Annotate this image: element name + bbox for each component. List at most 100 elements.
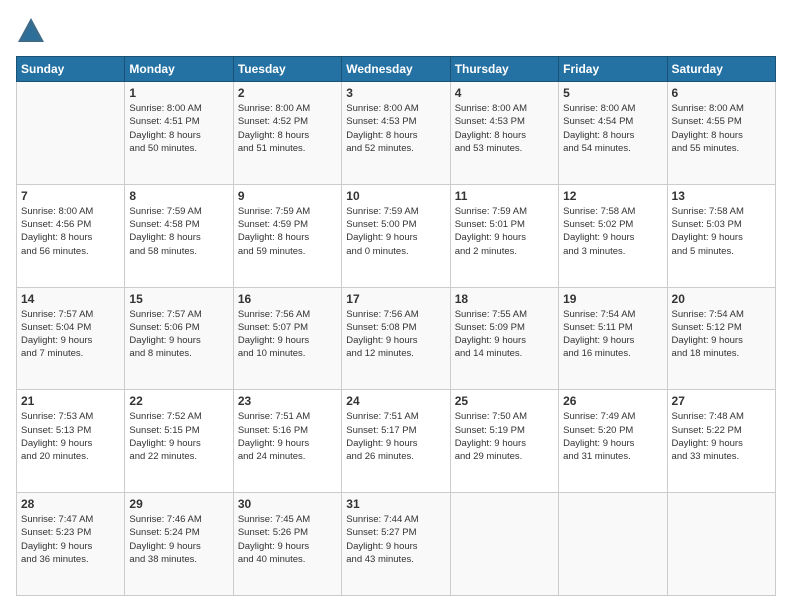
day-number: 23 <box>238 394 337 408</box>
day-number: 4 <box>455 86 554 100</box>
day-info: Sunrise: 7:54 AMSunset: 5:11 PMDaylight:… <box>563 308 662 361</box>
table-row <box>17 82 125 185</box>
day-number: 19 <box>563 292 662 306</box>
day-info: Sunrise: 7:58 AMSunset: 5:02 PMDaylight:… <box>563 205 662 258</box>
day-info: Sunrise: 7:58 AMSunset: 5:03 PMDaylight:… <box>672 205 771 258</box>
day-number: 5 <box>563 86 662 100</box>
table-row: 26Sunrise: 7:49 AMSunset: 5:20 PMDayligh… <box>559 390 667 493</box>
day-info: Sunrise: 7:52 AMSunset: 5:15 PMDaylight:… <box>129 410 228 463</box>
calendar-week-2: 7 Sunrise: 8:00 AMSunset: 4:56 PMDaylight… <box>17 184 776 287</box>
calendar-week-1: 1Sunrise: 8:00 AMSunset: 4:51 PMDaylight… <box>17 82 776 185</box>
day-info: Sunrise: 7:45 AMSunset: 5:26 PMDaylight:… <box>238 513 337 566</box>
table-row: 15 Sunrise: 7:57 AMSunset: 5:06 PMDayligh… <box>125 287 233 390</box>
table-row: 10Sunrise: 7:59 AMSunset: 5:00 PMDayligh… <box>342 184 450 287</box>
table-row: 1Sunrise: 8:00 AMSunset: 4:51 PMDaylight… <box>125 82 233 185</box>
logo-icon <box>16 16 46 46</box>
table-row: 29Sunrise: 7:46 AMSunset: 5:24 PMDayligh… <box>125 493 233 596</box>
header <box>16 16 776 46</box>
day-number: 14 <box>21 292 120 306</box>
table-row <box>667 493 775 596</box>
day-info: Sunrise: 8:00 AMSunset: 4:55 PMDaylight:… <box>672 102 771 155</box>
calendar-week-3: 14 Sunrise: 7:57 AMSunset: 5:04 PMDayligh… <box>17 287 776 390</box>
header-row: Sunday Monday Tuesday Wednesday Thursday… <box>17 57 776 82</box>
table-row: 6 Sunrise: 8:00 AMSunset: 4:55 PMDaylight… <box>667 82 775 185</box>
col-wednesday: Wednesday <box>342 57 450 82</box>
table-row: 3 Sunrise: 8:00 AMSunset: 4:53 PMDaylight… <box>342 82 450 185</box>
day-number: 22 <box>129 394 228 408</box>
table-row: 25Sunrise: 7:50 AMSunset: 5:19 PMDayligh… <box>450 390 558 493</box>
day-number: 24 <box>346 394 445 408</box>
table-row: 18 Sunrise: 7:55 AMSunset: 5:09 PMDayligh… <box>450 287 558 390</box>
col-monday: Monday <box>125 57 233 82</box>
table-row: 14 Sunrise: 7:57 AMSunset: 5:04 PMDayligh… <box>17 287 125 390</box>
day-number: 6 <box>672 86 771 100</box>
day-number: 3 <box>346 86 445 100</box>
day-info: Sunrise: 7:47 AMSunset: 5:23 PMDaylight:… <box>21 513 120 566</box>
day-number: 7 <box>21 189 120 203</box>
table-row: 24 Sunrise: 7:51 AMSunset: 5:17 PMDayligh… <box>342 390 450 493</box>
table-row: 30 Sunrise: 7:45 AMSunset: 5:26 PMDayligh… <box>233 493 341 596</box>
day-info: Sunrise: 8:00 AMSunset: 4:56 PMDaylight:… <box>21 205 120 258</box>
day-info: Sunrise: 7:57 AMSunset: 5:06 PMDaylight:… <box>129 308 228 361</box>
table-row: 12 Sunrise: 7:58 AMSunset: 5:02 PMDayligh… <box>559 184 667 287</box>
day-info: Sunrise: 7:51 AMSunset: 5:16 PMDaylight:… <box>238 410 337 463</box>
day-number: 31 <box>346 497 445 511</box>
day-info: Sunrise: 8:00 AMSunset: 4:52 PMDaylight:… <box>238 102 337 155</box>
day-info: Sunrise: 8:00 AMSunset: 4:53 PMDaylight:… <box>455 102 554 155</box>
table-row <box>450 493 558 596</box>
day-info: Sunrise: 7:48 AMSunset: 5:22 PMDaylight:… <box>672 410 771 463</box>
day-info: Sunrise: 7:56 AMSunset: 5:07 PMDaylight:… <box>238 308 337 361</box>
day-info: Sunrise: 8:00 AMSunset: 4:54 PMDaylight:… <box>563 102 662 155</box>
day-info: Sunrise: 7:59 AMSunset: 4:58 PMDaylight:… <box>129 205 228 258</box>
table-row: 20 Sunrise: 7:54 AMSunset: 5:12 PMDayligh… <box>667 287 775 390</box>
day-info: Sunrise: 7:57 AMSunset: 5:04 PMDaylight:… <box>21 308 120 361</box>
col-tuesday: Tuesday <box>233 57 341 82</box>
table-row: 31 Sunrise: 7:44 AMSunset: 5:27 PMDayligh… <box>342 493 450 596</box>
day-info: Sunrise: 8:00 AMSunset: 4:53 PMDaylight:… <box>346 102 445 155</box>
table-row: 2 Sunrise: 8:00 AMSunset: 4:52 PMDaylight… <box>233 82 341 185</box>
day-info: Sunrise: 7:54 AMSunset: 5:12 PMDaylight:… <box>672 308 771 361</box>
table-row: 5 Sunrise: 8:00 AMSunset: 4:54 PMDaylight… <box>559 82 667 185</box>
day-number: 26 <box>563 394 662 408</box>
day-number: 16 <box>238 292 337 306</box>
day-number: 10 <box>346 189 445 203</box>
table-row: 22 Sunrise: 7:52 AMSunset: 5:15 PMDayligh… <box>125 390 233 493</box>
col-sunday: Sunday <box>17 57 125 82</box>
table-row: 4 Sunrise: 8:00 AMSunset: 4:53 PMDaylight… <box>450 82 558 185</box>
day-info: Sunrise: 7:46 AMSunset: 5:24 PMDaylight:… <box>129 513 228 566</box>
day-info: Sunrise: 7:55 AMSunset: 5:09 PMDaylight:… <box>455 308 554 361</box>
day-info: Sunrise: 7:53 AMSunset: 5:13 PMDaylight:… <box>21 410 120 463</box>
day-number: 18 <box>455 292 554 306</box>
day-info: Sunrise: 7:56 AMSunset: 5:08 PMDaylight:… <box>346 308 445 361</box>
day-number: 1 <box>129 86 228 100</box>
day-number: 12 <box>563 189 662 203</box>
table-row: 23 Sunrise: 7:51 AMSunset: 5:16 PMDayligh… <box>233 390 341 493</box>
table-row: 9 Sunrise: 7:59 AMSunset: 4:59 PMDaylight… <box>233 184 341 287</box>
day-info: Sunrise: 7:44 AMSunset: 5:27 PMDaylight:… <box>346 513 445 566</box>
table-row: 7 Sunrise: 8:00 AMSunset: 4:56 PMDaylight… <box>17 184 125 287</box>
day-number: 2 <box>238 86 337 100</box>
table-row: 19 Sunrise: 7:54 AMSunset: 5:11 PMDayligh… <box>559 287 667 390</box>
logo <box>16 16 50 46</box>
col-saturday: Saturday <box>667 57 775 82</box>
page: Sunday Monday Tuesday Wednesday Thursday… <box>0 0 792 612</box>
day-number: 28 <box>21 497 120 511</box>
table-row: 8 Sunrise: 7:59 AMSunset: 4:58 PMDaylight… <box>125 184 233 287</box>
day-number: 21 <box>21 394 120 408</box>
calendar-table: Sunday Monday Tuesday Wednesday Thursday… <box>16 56 776 596</box>
table-row: 21 Sunrise: 7:53 AMSunset: 5:13 PMDayligh… <box>17 390 125 493</box>
day-number: 27 <box>672 394 771 408</box>
day-number: 9 <box>238 189 337 203</box>
calendar-week-4: 21 Sunrise: 7:53 AMSunset: 5:13 PMDayligh… <box>17 390 776 493</box>
day-number: 20 <box>672 292 771 306</box>
table-row: 13Sunrise: 7:58 AMSunset: 5:03 PMDayligh… <box>667 184 775 287</box>
day-number: 8 <box>129 189 228 203</box>
col-friday: Friday <box>559 57 667 82</box>
day-number: 15 <box>129 292 228 306</box>
col-thursday: Thursday <box>450 57 558 82</box>
day-number: 30 <box>238 497 337 511</box>
table-row: 28 Sunrise: 7:47 AMSunset: 5:23 PMDayligh… <box>17 493 125 596</box>
day-info: Sunrise: 7:51 AMSunset: 5:17 PMDaylight:… <box>346 410 445 463</box>
table-row: 11Sunrise: 7:59 AMSunset: 5:01 PMDayligh… <box>450 184 558 287</box>
day-info: Sunrise: 7:59 AMSunset: 4:59 PMDaylight:… <box>238 205 337 258</box>
